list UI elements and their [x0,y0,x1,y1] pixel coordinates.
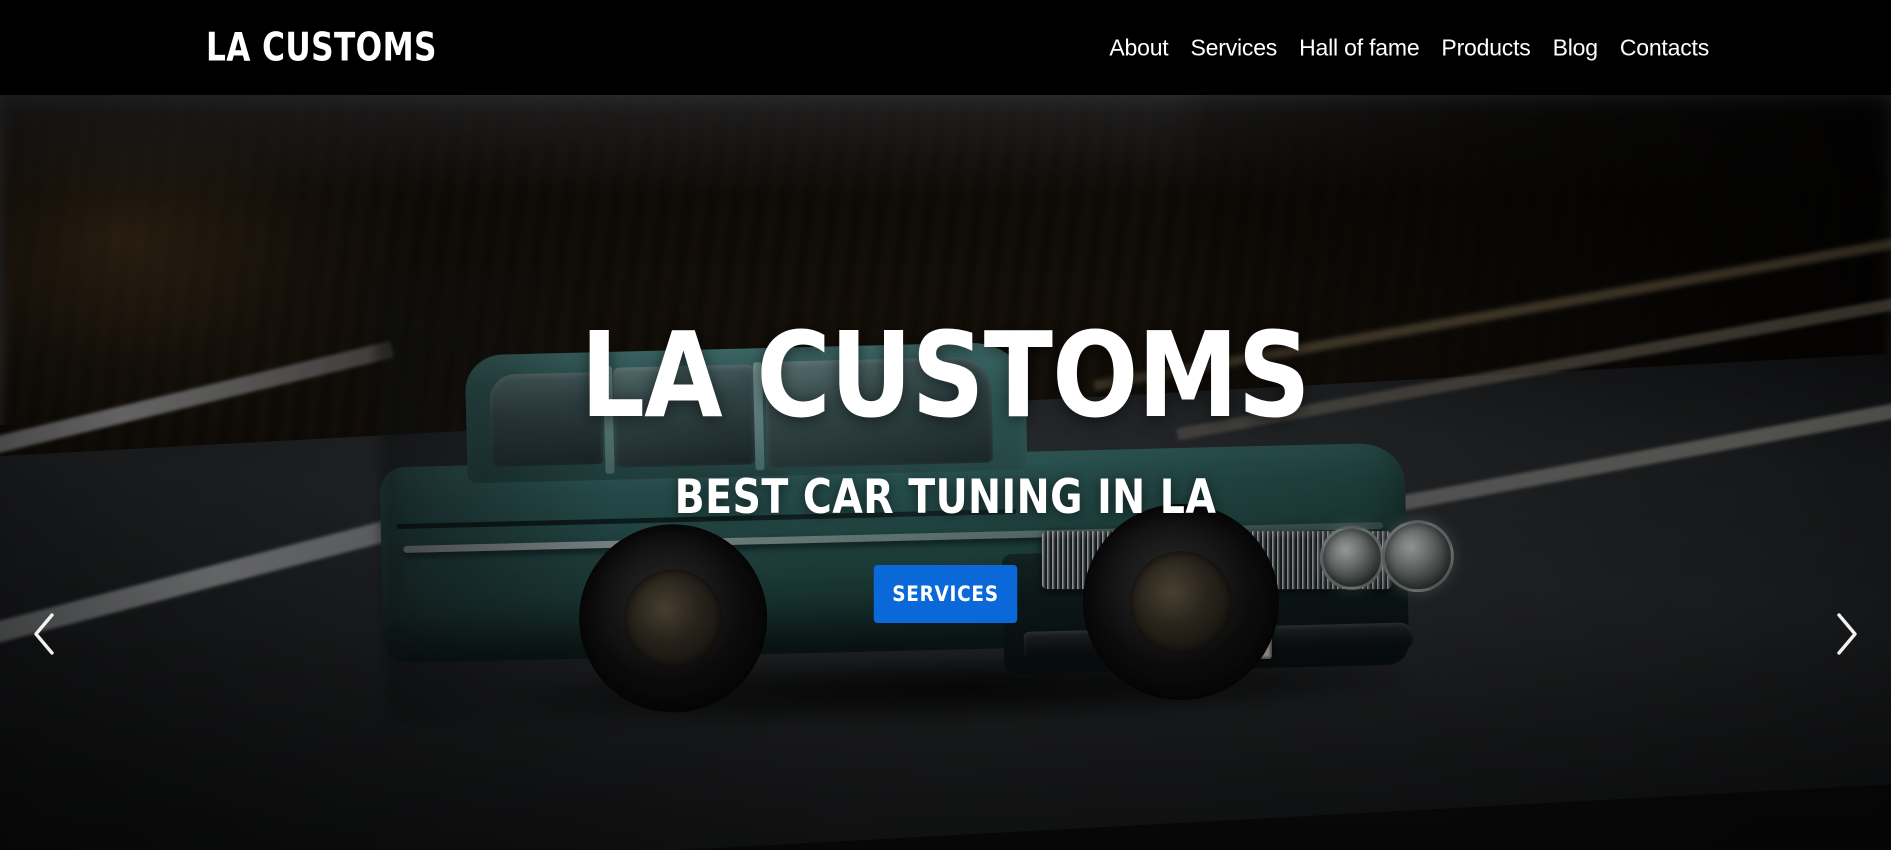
nav-item-products[interactable]: Products [1441,36,1530,59]
services-button[interactable]: SERVICES [873,564,1018,623]
hero-slider: CY 16 6889 LA CUSTOMS BEST CAR TUNING IN… [0,95,1891,850]
hero-content: LA CUSTOMS BEST CAR TUNING IN LA SERVICE… [0,95,1891,850]
nav-item-blog[interactable]: Blog [1553,36,1598,59]
chevron-left-icon [29,611,59,657]
slider-next-button[interactable] [1820,607,1874,661]
nav-item-hall-of-fame[interactable]: Hall of fame [1299,36,1420,59]
hero-subtitle: BEST CAR TUNING IN LA [674,469,1217,525]
nav-item-about[interactable]: About [1109,36,1168,59]
site-header: LA CUSTOMS About Services Hall of fame P… [0,0,1891,95]
hero-title: LA CUSTOMS [580,306,1311,444]
brand-logo[interactable]: LA CUSTOMS [206,28,437,67]
nav-item-services[interactable]: Services [1191,36,1278,59]
slider-prev-button[interactable] [17,607,71,661]
main-navigation: About Services Hall of fame Products Blo… [1109,36,1709,59]
nav-item-contacts[interactable]: Contacts [1620,36,1709,59]
chevron-right-icon [1832,611,1862,657]
